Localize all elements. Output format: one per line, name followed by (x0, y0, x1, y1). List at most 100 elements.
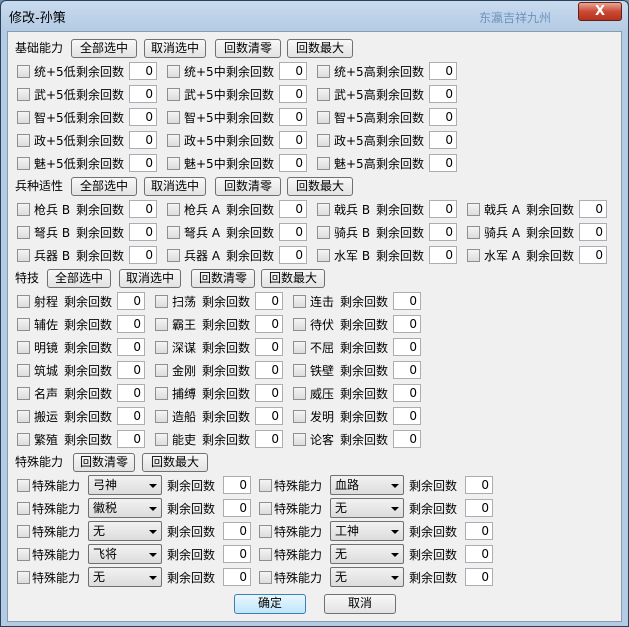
skill-item-19-count-field[interactable]: 0 (255, 430, 283, 448)
skill-item-14-count-field[interactable]: 0 (393, 384, 421, 402)
skill-item-2-count-field[interactable]: 0 (393, 292, 421, 310)
skill-item-6-count-field[interactable]: 0 (117, 338, 145, 356)
skill-item-6-checkbox[interactable] (17, 341, 30, 354)
basic-item-9-count-field[interactable]: 0 (129, 131, 157, 149)
special-item-4-checkbox[interactable] (17, 525, 30, 538)
basic-item-2-count-field[interactable]: 0 (429, 62, 457, 80)
skill-item-5-checkbox[interactable] (293, 318, 306, 331)
skill-select-all-button[interactable]: 全部选中 (47, 269, 111, 288)
special-item-3-dropdown[interactable]: 无 (330, 498, 404, 518)
special-item-3-count-field[interactable]: 0 (465, 499, 493, 517)
skill-item-20-count-field[interactable]: 0 (393, 430, 421, 448)
special-item-0-checkbox[interactable] (17, 479, 30, 492)
troop-item-8-count-field[interactable]: 0 (129, 246, 157, 264)
skill-item-9-checkbox[interactable] (17, 364, 30, 377)
skill-item-12-count-field[interactable]: 0 (117, 384, 145, 402)
special-item-6-count-field[interactable]: 0 (223, 545, 251, 563)
basic-item-13-checkbox[interactable] (167, 157, 180, 170)
basic-item-5-checkbox[interactable] (317, 88, 330, 101)
special-item-4-dropdown[interactable]: 无 (88, 521, 162, 541)
skill-item-18-count-field[interactable]: 0 (117, 430, 145, 448)
special-item-2-checkbox[interactable] (17, 502, 30, 515)
basic-item-12-count-field[interactable]: 0 (129, 154, 157, 172)
troop-reset-count-button[interactable]: 回数清零 (215, 177, 281, 196)
special-item-9-dropdown[interactable]: 无 (330, 567, 404, 587)
troop-item-0-count-field[interactable]: 0 (129, 200, 157, 218)
skill-item-4-checkbox[interactable] (155, 318, 168, 331)
basic-item-10-checkbox[interactable] (167, 134, 180, 147)
basic-item-14-count-field[interactable]: 0 (429, 154, 457, 172)
special-item-9-count-field[interactable]: 0 (465, 568, 493, 586)
troop-item-5-checkbox[interactable] (167, 226, 180, 239)
skill-item-7-count-field[interactable]: 0 (255, 338, 283, 356)
troop-item-6-count-field[interactable]: 0 (429, 223, 457, 241)
skill-item-7-checkbox[interactable] (155, 341, 168, 354)
troop-item-11-count-field[interactable]: 0 (579, 246, 607, 264)
basic-item-7-checkbox[interactable] (167, 111, 180, 124)
basic-item-0-checkbox[interactable] (17, 65, 30, 78)
special-item-8-dropdown[interactable]: 无 (88, 567, 162, 587)
skill-item-0-checkbox[interactable] (17, 295, 30, 308)
troop-item-7-count-field[interactable]: 0 (579, 223, 607, 241)
troop-deselect-button[interactable]: 取消选中 (144, 177, 206, 196)
skill-item-8-count-field[interactable]: 0 (393, 338, 421, 356)
troop-item-9-count-field[interactable]: 0 (279, 246, 307, 264)
skill-item-16-count-field[interactable]: 0 (255, 407, 283, 425)
troop-select-all-button[interactable]: 全部选中 (71, 177, 137, 196)
skill-item-5-count-field[interactable]: 0 (393, 315, 421, 333)
special-item-7-checkbox[interactable] (259, 548, 272, 561)
ok-button[interactable]: 确定 (234, 594, 306, 614)
skill-item-4-count-field[interactable]: 0 (255, 315, 283, 333)
special-item-5-checkbox[interactable] (259, 525, 272, 538)
troop-item-11-checkbox[interactable] (467, 249, 480, 262)
special-item-6-checkbox[interactable] (17, 548, 30, 561)
special-item-0-dropdown[interactable]: 弓神 (88, 475, 162, 495)
basic-deselect-button[interactable]: 取消选中 (144, 39, 206, 58)
special-item-9-checkbox[interactable] (259, 571, 272, 584)
skill-item-14-checkbox[interactable] (293, 387, 306, 400)
troop-item-7-checkbox[interactable] (467, 226, 480, 239)
basic-item-3-checkbox[interactable] (17, 88, 30, 101)
special-item-5-count-field[interactable]: 0 (465, 522, 493, 540)
special-item-7-dropdown[interactable]: 无 (330, 544, 404, 564)
troop-item-8-checkbox[interactable] (17, 249, 30, 262)
basic-item-4-count-field[interactable]: 0 (279, 85, 307, 103)
skill-item-0-count-field[interactable]: 0 (117, 292, 145, 310)
skill-item-3-count-field[interactable]: 0 (117, 315, 145, 333)
basic-reset-count-button[interactable]: 回数清零 (215, 39, 281, 58)
skill-item-1-checkbox[interactable] (155, 295, 168, 308)
skill-item-15-checkbox[interactable] (17, 410, 30, 423)
basic-item-13-count-field[interactable]: 0 (279, 154, 307, 172)
troop-item-5-count-field[interactable]: 0 (279, 223, 307, 241)
basic-max-count-button[interactable]: 回数最大 (287, 39, 353, 58)
troop-item-4-checkbox[interactable] (17, 226, 30, 239)
special-item-1-count-field[interactable]: 0 (465, 476, 493, 494)
basic-item-6-checkbox[interactable] (17, 111, 30, 124)
troop-item-10-count-field[interactable]: 0 (429, 246, 457, 264)
special-reset-count-button[interactable]: 回数清零 (73, 453, 135, 472)
basic-item-10-count-field[interactable]: 0 (279, 131, 307, 149)
skill-item-19-checkbox[interactable] (155, 433, 168, 446)
basic-item-5-count-field[interactable]: 0 (429, 85, 457, 103)
basic-item-4-checkbox[interactable] (167, 88, 180, 101)
skill-reset-count-button[interactable]: 回数清零 (191, 269, 255, 288)
troop-item-9-checkbox[interactable] (167, 249, 180, 262)
skill-max-count-button[interactable]: 回数最大 (261, 269, 325, 288)
basic-item-11-count-field[interactable]: 0 (429, 131, 457, 149)
basic-item-0-count-field[interactable]: 0 (129, 62, 157, 80)
troop-item-1-count-field[interactable]: 0 (279, 200, 307, 218)
special-item-2-count-field[interactable]: 0 (223, 499, 251, 517)
troop-item-2-checkbox[interactable] (317, 203, 330, 216)
special-item-2-dropdown[interactable]: 徽税 (88, 498, 162, 518)
special-item-1-dropdown[interactable]: 血路 (330, 475, 404, 495)
basic-item-8-checkbox[interactable] (317, 111, 330, 124)
basic-item-9-checkbox[interactable] (17, 134, 30, 147)
cancel-button[interactable]: 取消 (324, 594, 396, 614)
skill-item-10-count-field[interactable]: 0 (255, 361, 283, 379)
troop-item-3-checkbox[interactable] (467, 203, 480, 216)
troop-item-2-count-field[interactable]: 0 (429, 200, 457, 218)
skill-item-3-checkbox[interactable] (17, 318, 30, 331)
basic-item-2-checkbox[interactable] (317, 65, 330, 78)
basic-item-1-checkbox[interactable] (167, 65, 180, 78)
skill-item-12-checkbox[interactable] (17, 387, 30, 400)
